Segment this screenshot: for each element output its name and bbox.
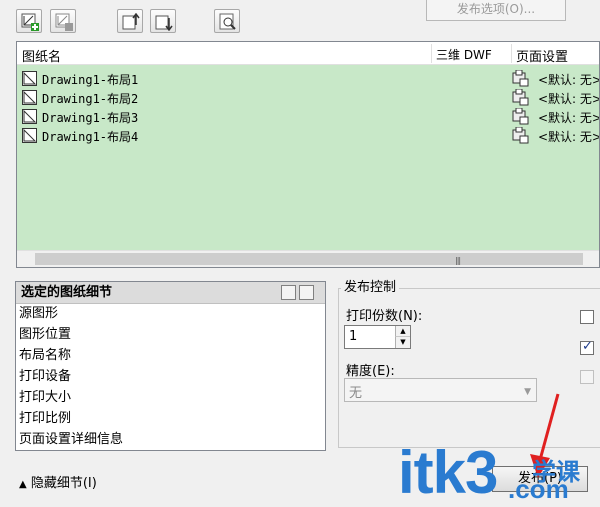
copy-details-icon[interactable] <box>281 285 296 300</box>
scrollbar-thumb[interactable]: ||| <box>35 253 583 265</box>
publish-control-title: 发布控制 <box>341 276 400 295</box>
hide-details-label: 隐藏细节(I) <box>30 476 97 491</box>
sheet-row[interactable]: Drawing1-布局4 <默认: 无> <box>17 126 599 145</box>
copies-value: 1 <box>349 329 358 344</box>
sheet-row[interactable]: Drawing1-布局2 <默认: 无> <box>17 88 599 107</box>
layout-sheet-icon <box>22 71 37 86</box>
stepper-down-icon[interactable]: ▼ <box>395 337 410 348</box>
preview-button[interactable] <box>214 9 240 33</box>
checkmark-icon: ✓ <box>582 339 593 354</box>
add-sheets-icon <box>21 13 39 31</box>
sheet-row[interactable]: Drawing1-布局3 <默认: 无> <box>17 107 599 126</box>
option-checkbox-1[interactable] <box>580 310 594 324</box>
copies-stepper[interactable]: 1 ▲ ▼ <box>344 325 411 349</box>
layout-sheet-icon <box>22 109 37 124</box>
hide-details-button[interactable]: ▲ 隐藏细节(I) <box>19 472 97 491</box>
sheet-name: Drawing1-布局1 <box>42 73 139 87</box>
precision-value: 无 <box>349 386 363 401</box>
add-sheets-button[interactable] <box>16 9 42 33</box>
watermark-logo: itk3 <box>398 439 498 506</box>
move-sheet-up-button[interactable] <box>117 9 143 33</box>
sheet-list[interactable]: 图纸名 三维 DWF 页面设置 Drawing1-布局1 <默认: 无> Dra… <box>16 41 600 268</box>
detail-item: 打印大小 <box>19 390 72 405</box>
details-header: 选定的图纸细节 <box>16 282 325 304</box>
page-setup-icon <box>512 70 529 87</box>
column-page-setup[interactable]: 页面设置 <box>516 46 568 65</box>
page-setup-value[interactable]: <默认: 无> <box>538 71 599 88</box>
page-setup-value[interactable]: <默认: 无> <box>538 90 599 107</box>
layout-sheet-icon <box>22 90 37 105</box>
remove-sheets-button[interactable] <box>50 9 76 33</box>
column-3d-dwf[interactable]: 三维 DWF <box>436 46 492 63</box>
detail-item: 打印比例 <box>19 411 72 426</box>
page-setup-icon <box>512 127 529 144</box>
triangle-up-icon: ▲ <box>19 479 27 490</box>
option-checkbox-3 <box>580 370 594 384</box>
precision-label: 精度(E): <box>346 364 395 379</box>
sheet-details-panel: 选定的图纸细节 源图形 图形位置 布局名称 打印设备 打印大小 打印比例 页面设… <box>15 281 326 451</box>
detail-item: 打印设备 <box>19 369 72 384</box>
page-setup-icon <box>512 108 529 125</box>
precision-select[interactable]: 无 ▼ <box>344 378 537 402</box>
stepper-up-icon[interactable]: ▲ <box>395 326 410 337</box>
page-setup-value[interactable]: <默认: 无> <box>538 109 599 126</box>
sheet-name: Drawing1-布局3 <box>42 111 139 125</box>
details-title: 选定的图纸细节 <box>21 285 113 300</box>
move-sheet-down-button[interactable] <box>150 9 176 33</box>
sheet-name: Drawing1-布局2 <box>42 92 139 106</box>
watermark-domain: .com <box>508 474 569 504</box>
detail-item: 图形位置 <box>19 327 72 342</box>
page-setup-value[interactable]: <默认: 无> <box>538 128 599 145</box>
detail-item: 布局名称 <box>19 348 72 363</box>
grip-icon: ||| <box>455 256 461 265</box>
detail-item: 源图形 <box>19 306 59 321</box>
remove-sheets-icon <box>55 13 73 31</box>
magnifier-icon <box>219 13 236 30</box>
option-checkbox-2[interactable]: ✓ <box>580 339 594 355</box>
move-down-icon <box>155 15 173 31</box>
page-setup-icon <box>512 89 529 106</box>
details-preview-icon[interactable] <box>299 285 314 300</box>
sheet-list-header: 图纸名 三维 DWF 页面设置 <box>17 42 599 65</box>
horizontal-scrollbar[interactable]: ||| <box>17 250 599 267</box>
publish-options-button[interactable]: 发布选项(O)... <box>426 0 566 21</box>
sheet-name: Drawing1-布局4 <box>42 130 139 144</box>
detail-item: 页面设置详细信息 <box>19 432 124 447</box>
move-up-icon <box>122 13 140 30</box>
layout-sheet-icon <box>22 128 37 143</box>
copies-label: 打印份数(N): <box>346 309 423 324</box>
sheet-row[interactable]: Drawing1-布局1 <默认: 无> <box>17 69 599 88</box>
column-sheet-name[interactable]: 图纸名 <box>22 46 61 65</box>
